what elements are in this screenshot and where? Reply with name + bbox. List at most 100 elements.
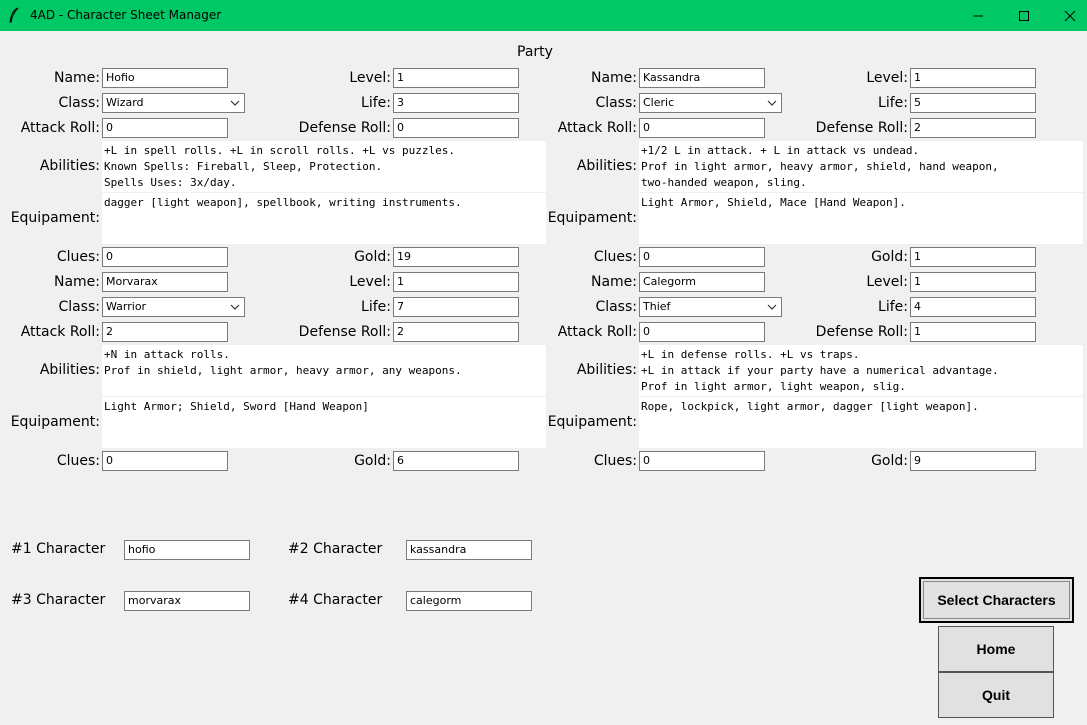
equipment-text[interactable]: Rope, lockpick, light armor, dagger [lig… xyxy=(639,397,1083,448)
class-label: Class: xyxy=(595,95,637,111)
character-slot-input[interactable]: calegorm xyxy=(406,591,532,611)
name-field[interactable]: Calegorm xyxy=(639,272,765,292)
equipment-text[interactable]: Light Armor; Shield, Sword [Hand Weapon] xyxy=(102,397,546,448)
equipment-label: Equipament: xyxy=(10,210,100,226)
chevron-down-icon xyxy=(767,100,777,106)
chevron-down-icon xyxy=(767,304,777,310)
life-field[interactable]: 4 xyxy=(910,297,1036,317)
defense-roll-label: Defense Roll: xyxy=(815,324,908,340)
abilities-label: Abilities: xyxy=(39,158,100,174)
class-select[interactable]: Warrior xyxy=(102,297,245,317)
abilities-text[interactable]: +L in defense rolls. +L vs traps. +L in … xyxy=(639,345,1083,396)
character-slot-label: #2 Character xyxy=(288,541,383,557)
life-field[interactable]: 3 xyxy=(393,93,519,113)
minimize-button[interactable] xyxy=(955,0,1001,31)
level-field[interactable]: 1 xyxy=(910,272,1036,292)
class-select[interactable]: Cleric xyxy=(639,93,782,113)
attack-roll-label: Attack Roll: xyxy=(20,324,100,340)
level-field[interactable]: 1 xyxy=(393,68,519,88)
quit-button[interactable]: Quit xyxy=(938,672,1054,718)
attack-roll-label: Attack Roll: xyxy=(20,120,100,136)
defense-roll-field[interactable]: 2 xyxy=(393,322,519,342)
class-value: Wizard xyxy=(106,96,144,109)
equipment-label: Equipament: xyxy=(10,414,100,430)
gold-field[interactable]: 9 xyxy=(910,451,1036,471)
class-value: Thief xyxy=(643,300,671,313)
level-label: Level: xyxy=(349,274,391,290)
abilities-text[interactable]: +L in spell rolls. +L in scroll rolls. +… xyxy=(102,141,546,192)
character-slot-input[interactable]: morvarax xyxy=(124,591,250,611)
name-label: Name: xyxy=(53,274,100,290)
character-slot-input[interactable]: hofio xyxy=(124,540,250,560)
life-field[interactable]: 7 xyxy=(393,297,519,317)
level-label: Level: xyxy=(866,70,908,86)
defense-roll-label: Defense Roll: xyxy=(298,324,391,340)
close-icon xyxy=(1064,10,1076,21)
defense-roll-label: Defense Roll: xyxy=(815,120,908,136)
gold-label: Gold: xyxy=(871,249,908,265)
clues-label: Clues: xyxy=(593,249,637,265)
abilities-label: Abilities: xyxy=(39,362,100,378)
clues-field[interactable]: 0 xyxy=(639,247,765,267)
life-field[interactable]: 5 xyxy=(910,93,1036,113)
life-label: Life: xyxy=(878,299,908,315)
defense-roll-field[interactable]: 0 xyxy=(393,118,519,138)
class-label: Class: xyxy=(58,299,100,315)
class-value: Warrior xyxy=(106,300,147,313)
gold-label: Gold: xyxy=(871,453,908,469)
attack-roll-field[interactable]: 0 xyxy=(102,118,228,138)
character-slot-label: #1 Character xyxy=(11,541,106,557)
abilities-text[interactable]: +1/2 L in attack. + L in attack vs undea… xyxy=(639,141,1083,192)
clues-field[interactable]: 0 xyxy=(102,451,228,471)
gold-field[interactable]: 1 xyxy=(910,247,1036,267)
defense-roll-field[interactable]: 1 xyxy=(910,322,1036,342)
equipment-text[interactable]: Light Armor, Shield, Mace [Hand Weapon]. xyxy=(639,193,1083,244)
chevron-down-icon xyxy=(230,100,240,106)
class-label: Class: xyxy=(595,299,637,315)
attack-roll-field[interactable]: 0 xyxy=(639,322,765,342)
clues-label: Clues: xyxy=(56,453,100,469)
home-label: Home xyxy=(976,641,1016,657)
attack-roll-field[interactable]: 0 xyxy=(639,118,765,138)
life-label: Life: xyxy=(361,299,391,315)
clues-label: Clues: xyxy=(593,453,637,469)
class-select[interactable]: Thief xyxy=(639,297,782,317)
gold-field[interactable]: 6 xyxy=(393,451,519,471)
level-field[interactable]: 1 xyxy=(393,272,519,292)
class-select[interactable]: Wizard xyxy=(102,93,245,113)
name-label: Name: xyxy=(590,70,637,86)
name-field[interactable]: Hofio xyxy=(102,68,228,88)
select-characters-button[interactable]: Select Characters xyxy=(919,577,1074,623)
name-field[interactable]: Morvarax xyxy=(102,272,228,292)
chevron-down-icon xyxy=(230,304,240,310)
gold-field[interactable]: 19 xyxy=(393,247,519,267)
defense-roll-field[interactable]: 2 xyxy=(910,118,1036,138)
quit-label: Quit xyxy=(982,687,1010,703)
clues-field[interactable]: 0 xyxy=(639,451,765,471)
name-label: Name: xyxy=(590,274,637,290)
life-label: Life: xyxy=(878,95,908,111)
gold-label: Gold: xyxy=(354,249,391,265)
level-field[interactable]: 1 xyxy=(910,68,1036,88)
name-field[interactable]: Kassandra xyxy=(639,68,765,88)
home-button[interactable]: Home xyxy=(938,626,1054,672)
clues-field[interactable]: 0 xyxy=(102,247,228,267)
character-slot-input[interactable]: kassandra xyxy=(406,540,532,560)
party-heading: Party xyxy=(517,44,553,60)
clues-label: Clues: xyxy=(56,249,100,265)
life-label: Life: xyxy=(361,95,391,111)
character-slot-label: #4 Character xyxy=(288,592,383,608)
close-button[interactable] xyxy=(1047,0,1087,31)
abilities-label: Abilities: xyxy=(576,362,637,378)
gold-label: Gold: xyxy=(354,453,391,469)
attack-roll-field[interactable]: 2 xyxy=(102,322,228,342)
level-label: Level: xyxy=(866,274,908,290)
maximize-button[interactable] xyxy=(1001,0,1047,31)
class-label: Class: xyxy=(58,95,100,111)
defense-roll-label: Defense Roll: xyxy=(298,120,391,136)
class-value: Cleric xyxy=(643,96,675,109)
minimize-icon xyxy=(973,15,983,16)
abilities-text[interactable]: +N in attack rolls. Prof in shield, ligh… xyxy=(102,345,546,396)
equipment-text[interactable]: dagger [light weapon], spellbook, writin… xyxy=(102,193,546,244)
select-characters-label: Select Characters xyxy=(937,592,1056,608)
